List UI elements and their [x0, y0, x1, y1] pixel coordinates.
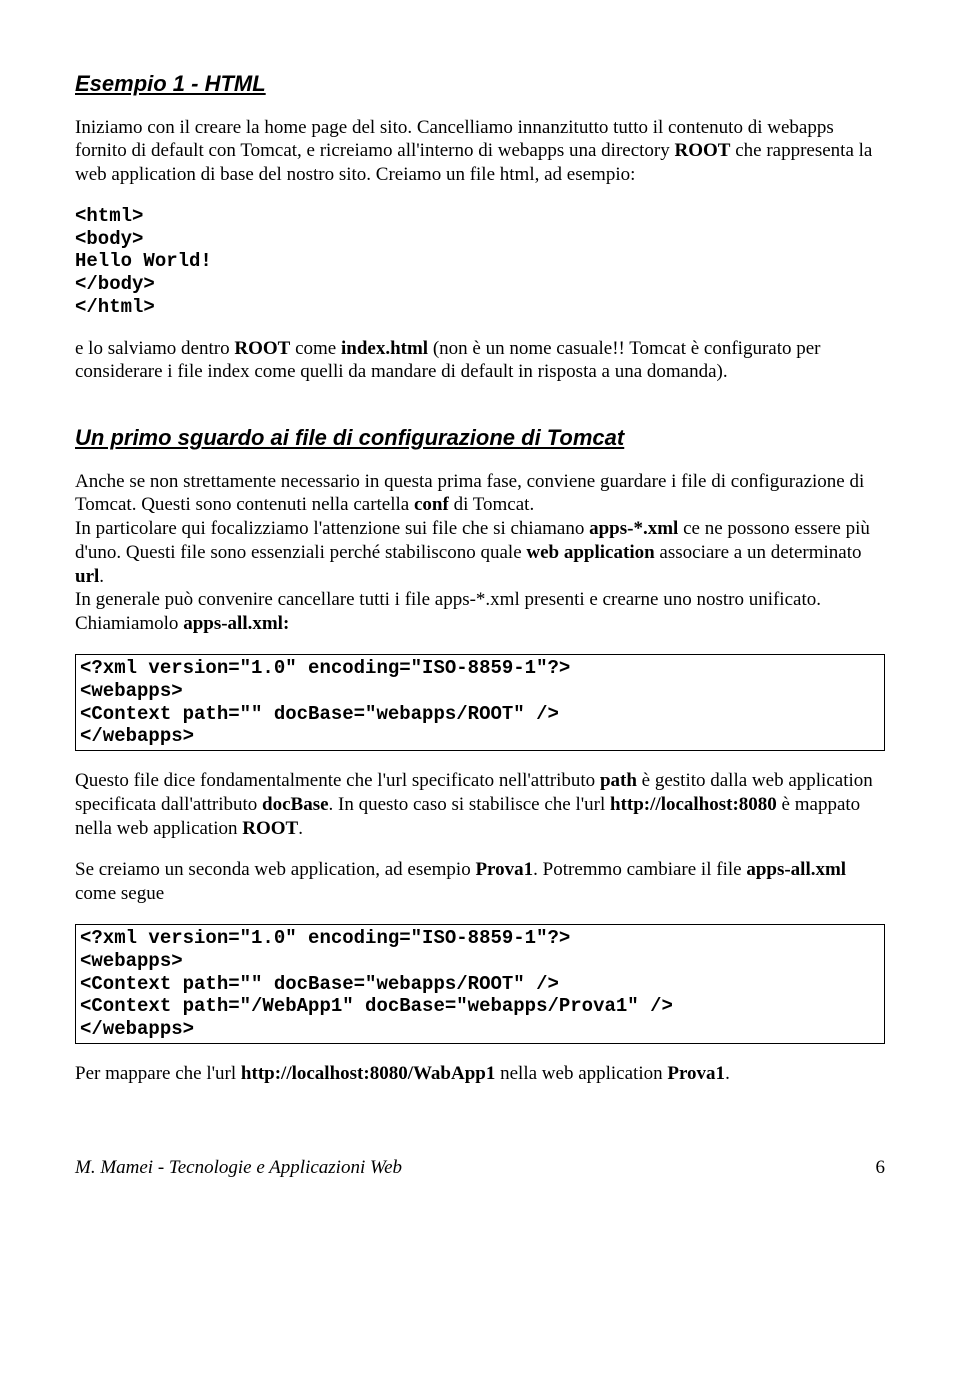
text-bold: Prova1: [475, 859, 533, 880]
text-bold: http://localhost:8080: [610, 794, 777, 815]
text-bold: ROOT: [675, 140, 731, 161]
text: e lo salviamo dentro: [75, 338, 234, 359]
text: . In questo caso si stabilisce che l'url: [329, 794, 611, 815]
text: Questo file dice fondamentalmente che l'…: [75, 770, 600, 791]
text-bold: index.html: [341, 338, 428, 359]
paragraph-conf-3: In generale può convenire cancellare tut…: [75, 588, 885, 636]
text-bold: Prova1: [667, 1063, 725, 1084]
text-bold: apps-all.xml:: [183, 613, 289, 634]
section-heading-2: Un primo sguardo ai file di configurazio…: [75, 424, 885, 452]
text: .: [99, 566, 104, 587]
text: come segue: [75, 883, 164, 904]
paragraph-prova1: Se creiamo un seconda web application, a…: [75, 858, 885, 906]
paragraph-conf-1: Anche se non strettamente necessario in …: [75, 470, 885, 518]
footer-text: M. Mamei - Tecnologie e Applicazioni Web: [75, 1156, 402, 1180]
text: .: [725, 1063, 730, 1084]
text: .: [298, 818, 303, 839]
text-bold: ROOT: [242, 818, 298, 839]
paragraph-map: Per mappare che l'url http://localhost:8…: [75, 1062, 885, 1086]
text: associare a un determinato: [655, 542, 862, 563]
text: In particolare qui focalizziamo l'attenz…: [75, 518, 589, 539]
text: come: [290, 338, 341, 359]
page-footer: M. Mamei - Tecnologie e Applicazioni Web…: [75, 1156, 885, 1180]
section-heading-1: Esempio 1 - HTML: [75, 70, 885, 98]
code-apps-xml-1: <?xml version="1.0" encoding="ISO-8859-1…: [75, 654, 885, 751]
text-bold: apps-all.xml: [746, 859, 846, 880]
text-bold: ROOT: [234, 338, 290, 359]
text-bold: url: [75, 566, 99, 587]
text: . Potremmo cambiare il file: [533, 859, 746, 880]
paragraph-conf-2: In particolare qui focalizziamo l'attenz…: [75, 517, 885, 588]
text: Per mappare che l'url: [75, 1063, 241, 1084]
page-number: 6: [876, 1156, 886, 1180]
code-apps-xml-2: <?xml version="1.0" encoding="ISO-8859-1…: [75, 924, 885, 1044]
text-bold: docBase: [262, 794, 329, 815]
paragraph-intro: Iniziamo con il creare la home page del …: [75, 116, 885, 187]
text-bold: conf: [414, 494, 449, 515]
text: di Tomcat.: [449, 494, 534, 515]
text-bold: http://localhost:8080/WabApp1: [241, 1063, 495, 1084]
text-bold: path: [600, 770, 637, 791]
paragraph-save: e lo salviamo dentro ROOT come index.htm…: [75, 337, 885, 385]
code-html-example: <html> <body> Hello World! </body> </htm…: [75, 205, 885, 319]
text-bold: web application: [526, 542, 654, 563]
paragraph-explain: Questo file dice fondamentalmente che l'…: [75, 769, 885, 840]
text: nella web application: [495, 1063, 667, 1084]
text: Se creiamo un seconda web application, a…: [75, 859, 475, 880]
text-bold: apps-*.xml: [589, 518, 678, 539]
